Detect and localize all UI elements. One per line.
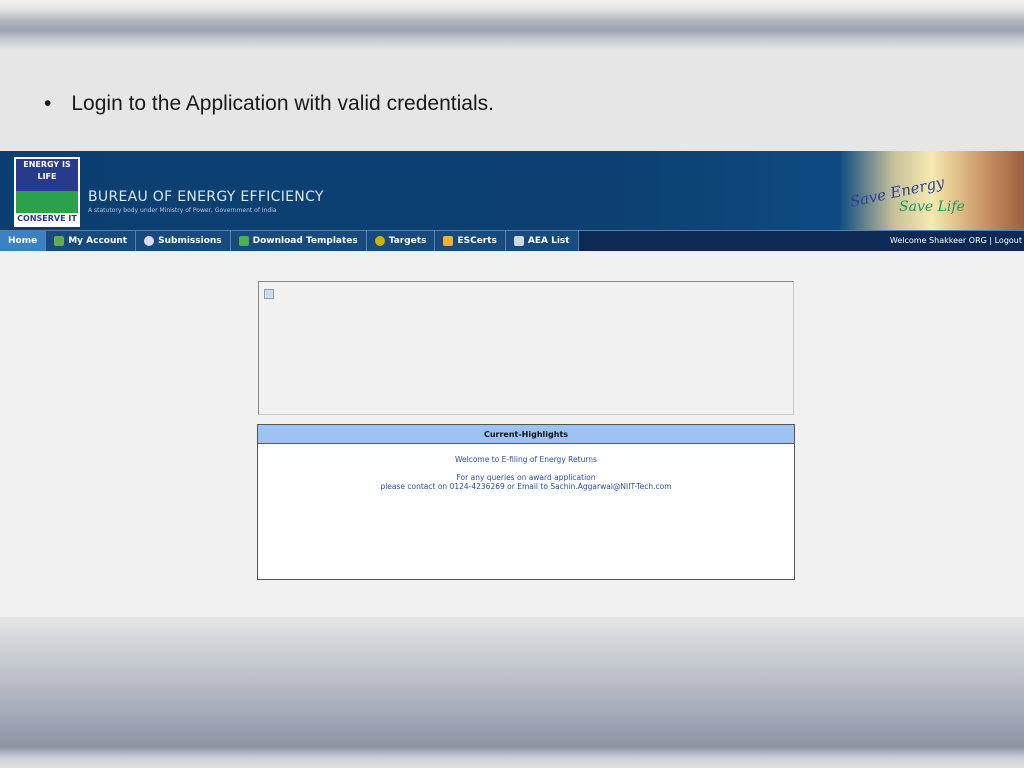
broken-image-icon — [264, 289, 274, 299]
nav-targets[interactable]: Targets — [366, 231, 436, 251]
nav-label: My Account — [68, 236, 128, 246]
nav-label: AEA List — [527, 236, 570, 246]
highlights-welcome: Welcome to E-filing of Energy Returns — [455, 455, 597, 464]
highlights-title: Current-Highlights — [258, 425, 794, 444]
current-highlights-panel: Current-Highlights Welcome to E-filing o… — [257, 424, 795, 580]
slide-bullet: • Login to the Application with valid cre… — [44, 92, 494, 115]
list-icon — [513, 236, 524, 246]
save-energy-banner: Save Energy Save Life — [839, 151, 1024, 230]
org-name: BUREAU OF ENERGY EFFICIENCY — [88, 189, 324, 205]
nav-submissions[interactable]: Submissions — [136, 231, 231, 251]
search-gear-icon — [144, 236, 155, 246]
org-subtitle: A statutory body under Ministry of Power… — [88, 207, 277, 214]
nav-download-templates[interactable]: Download Templates — [230, 231, 367, 251]
app-screenshot: ENERGY IS LIFE CONSERVE IT BUREAU OF ENE… — [0, 151, 1024, 617]
nav-label: ESCerts — [457, 236, 497, 246]
welcome-logout[interactable]: Welcome Shakkeer ORG | Logout — [890, 231, 1022, 251]
image-placeholder — [258, 281, 794, 415]
nav-label: Home — [8, 236, 38, 246]
certificate-icon — [443, 236, 454, 246]
logo-bottom-text: CONSERVE IT — [16, 213, 78, 225]
slide-top-band — [0, 0, 1024, 50]
target-icon — [374, 236, 385, 246]
slide-bottom-band — [0, 617, 1024, 768]
highlights-query: For any queries on award application — [456, 473, 596, 482]
nav-label: Submissions — [158, 236, 222, 246]
nav-escerts[interactable]: ESCerts — [435, 231, 506, 251]
logo-top-text: ENERGY IS LIFE — [16, 159, 78, 181]
main-nav: Home My Account Submissions Download Tem… — [0, 230, 1024, 251]
nav-label: Targets — [388, 236, 427, 246]
nav-aea-list[interactable]: AEA List — [505, 231, 579, 251]
bullet-text: Login to the Application with valid cred… — [71, 92, 494, 115]
account-icon — [54, 236, 65, 246]
banner-line2: Save Life — [899, 199, 965, 215]
nav-my-account[interactable]: My Account — [46, 231, 137, 251]
nav-label: Download Templates — [252, 236, 358, 246]
highlights-contact: please contact on 0124-4236269 or Email … — [380, 482, 672, 491]
download-icon — [238, 236, 249, 246]
bee-logo: ENERGY IS LIFE CONSERVE IT — [14, 157, 80, 227]
nav-home[interactable]: Home — [0, 231, 47, 251]
site-header: ENERGY IS LIFE CONSERVE IT BUREAU OF ENE… — [0, 151, 1024, 230]
